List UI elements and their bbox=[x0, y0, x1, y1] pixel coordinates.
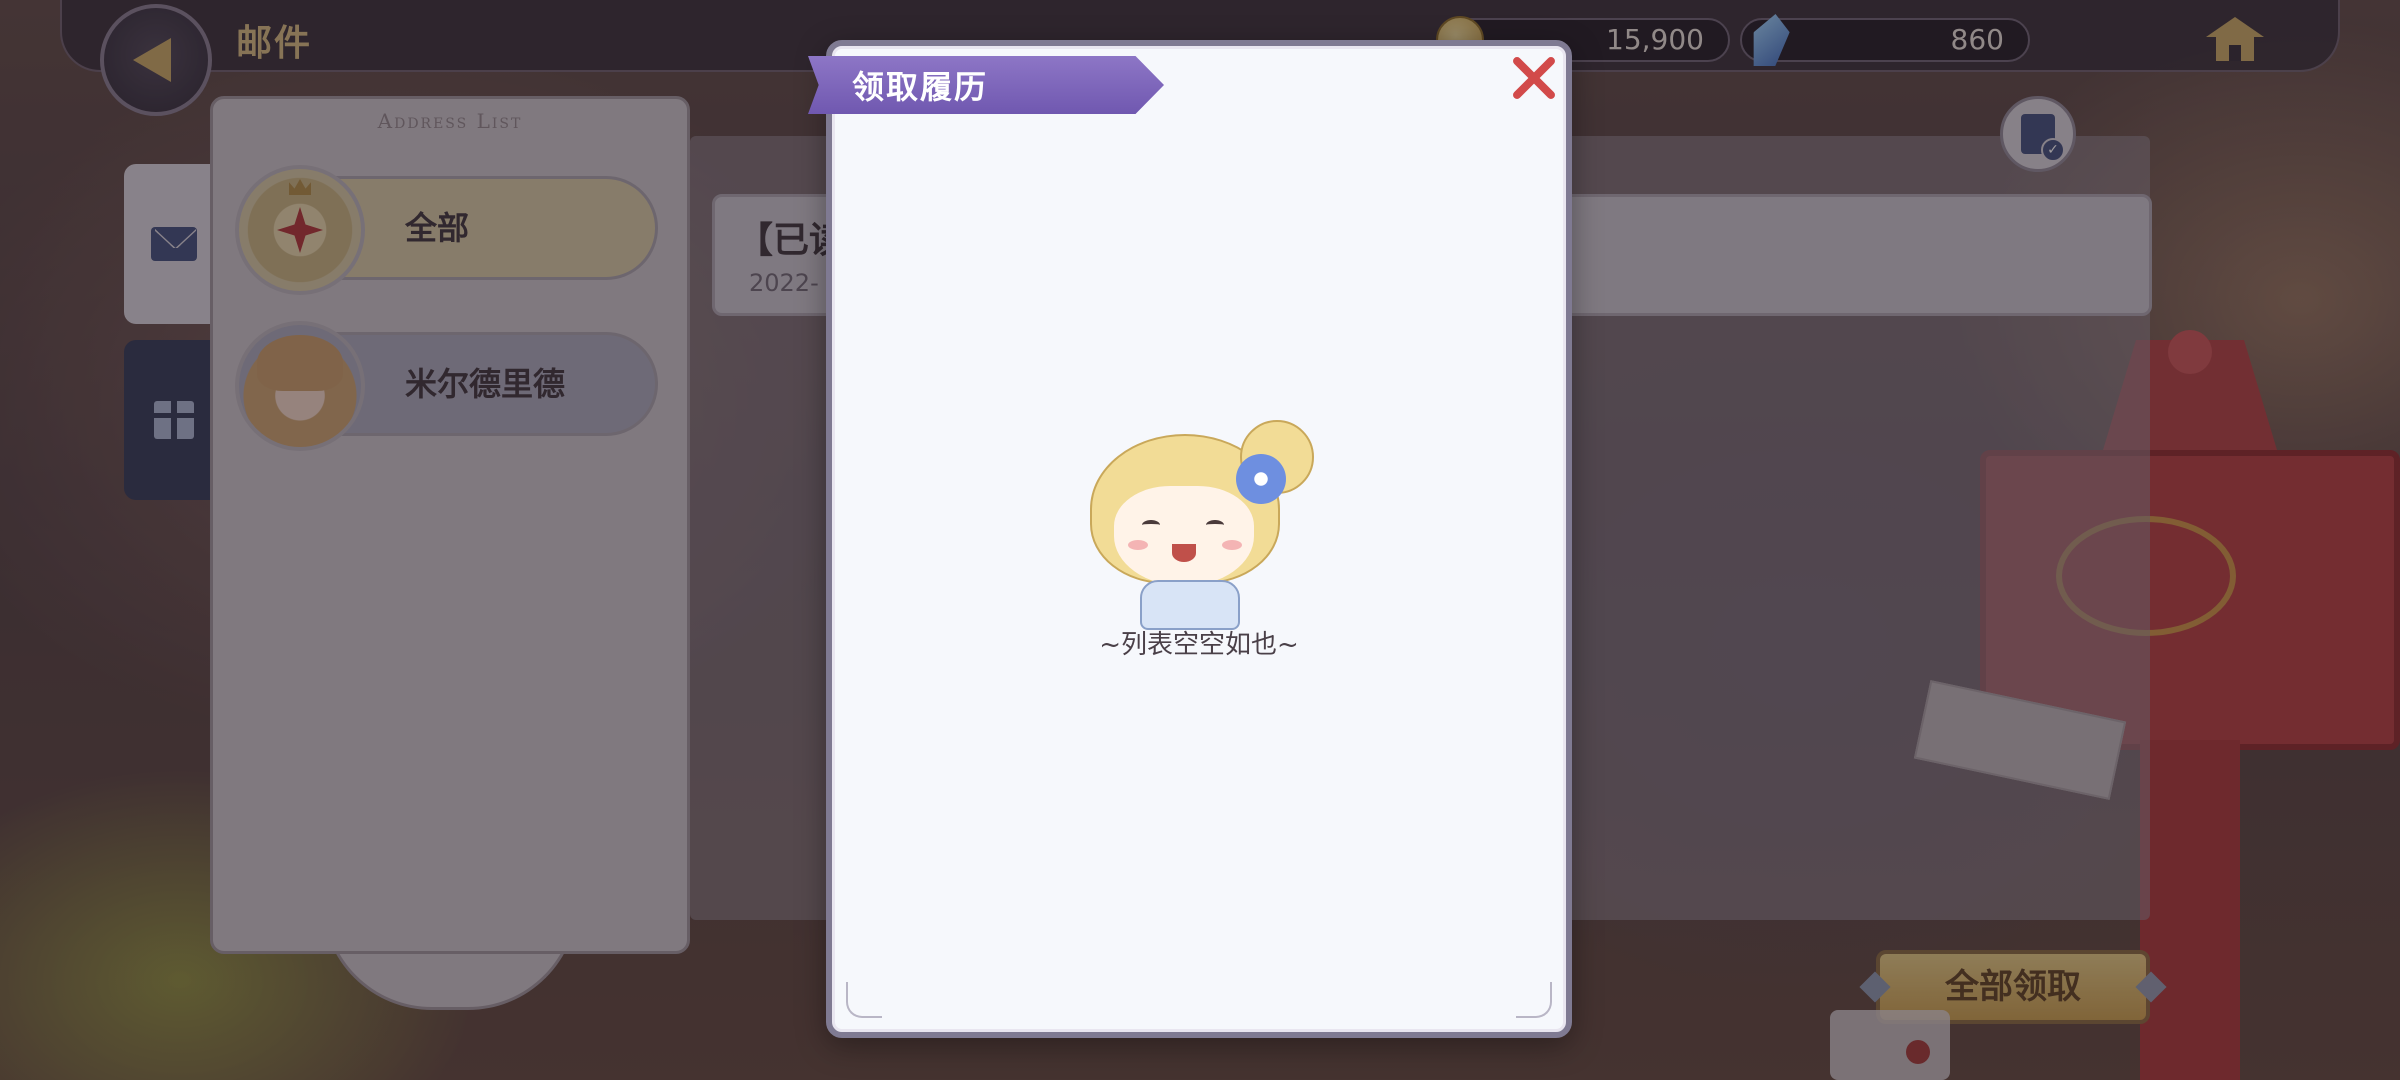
close-icon[interactable] bbox=[1508, 52, 1560, 104]
mascot-illustration bbox=[1080, 420, 1320, 630]
dialog-title: 领取履历 bbox=[852, 68, 989, 106]
empty-list-message: ~列表空空如也~ bbox=[1099, 630, 1299, 660]
